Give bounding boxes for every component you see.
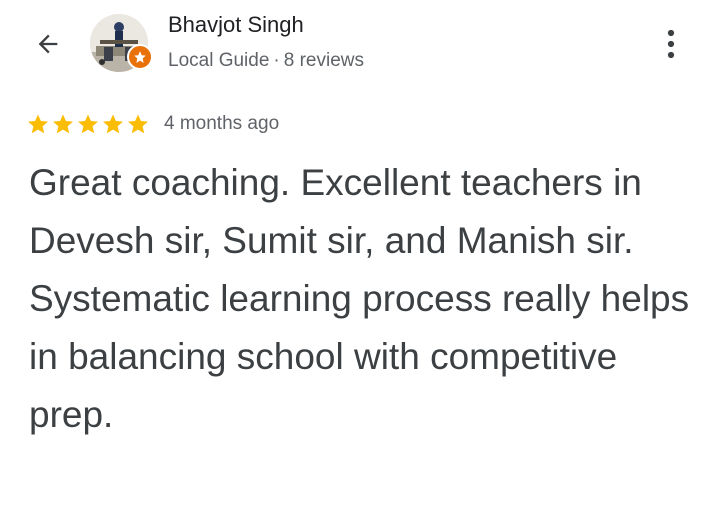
meta-separator: · (273, 50, 280, 71)
star-icon (53, 114, 73, 134)
reviewer-name[interactable]: Bhavjot Singh (168, 12, 304, 38)
review-text: Great coaching. Excellent teachers in De… (29, 162, 690, 435)
star-icon (128, 114, 148, 134)
reviewer-avatar-container[interactable] (90, 14, 153, 72)
rating-row: 4 months ago (26, 110, 279, 138)
star-icon (78, 114, 98, 134)
more-options-button[interactable] (652, 22, 690, 66)
review-date: 4 months ago (164, 113, 280, 134)
star-rating (26, 112, 151, 136)
reviewer-meta: Local Guide · 8 reviews (168, 50, 364, 72)
local-guide-star-icon (134, 51, 146, 63)
star-icon (103, 114, 123, 134)
local-guide-badge (127, 44, 153, 70)
arrow-left-icon (38, 34, 58, 54)
reviewer-level: Local Guide (168, 50, 270, 71)
back-button[interactable] (28, 24, 68, 64)
reviewer-review-count: 8 reviews (283, 50, 364, 71)
vertical-dots-icon (667, 29, 675, 59)
star-icon (28, 114, 48, 134)
